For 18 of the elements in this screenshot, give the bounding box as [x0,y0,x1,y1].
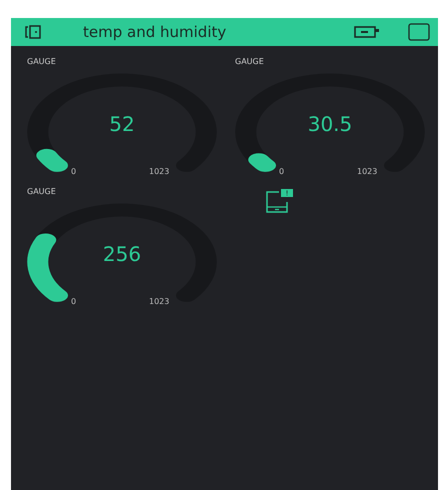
gauge-label: GAUGE [235,56,264,68]
square-icon[interactable] [408,23,430,41]
gauge-min: 0 [279,168,284,176]
gauge-label: GAUGE [27,186,56,198]
gauge-max: 1023 [149,168,170,176]
battery-icon[interactable] [354,25,380,39]
gauge-fill [38,147,66,174]
gauge-min: 0 [71,298,76,306]
project-title: temp and humidity [83,22,228,43]
gauge-value: 256 [102,244,142,264]
gauge-min: 0 [71,168,76,176]
gauge-fill [250,151,274,174]
device-icon[interactable] [25,25,43,39]
gauge-label: GAUGE [27,56,56,68]
gauge-value: 52 [109,114,135,134]
gauge-max: 1023 [149,298,170,306]
gauge-value: 30.5 [308,114,352,134]
gauge-max: 1023 [357,168,378,176]
